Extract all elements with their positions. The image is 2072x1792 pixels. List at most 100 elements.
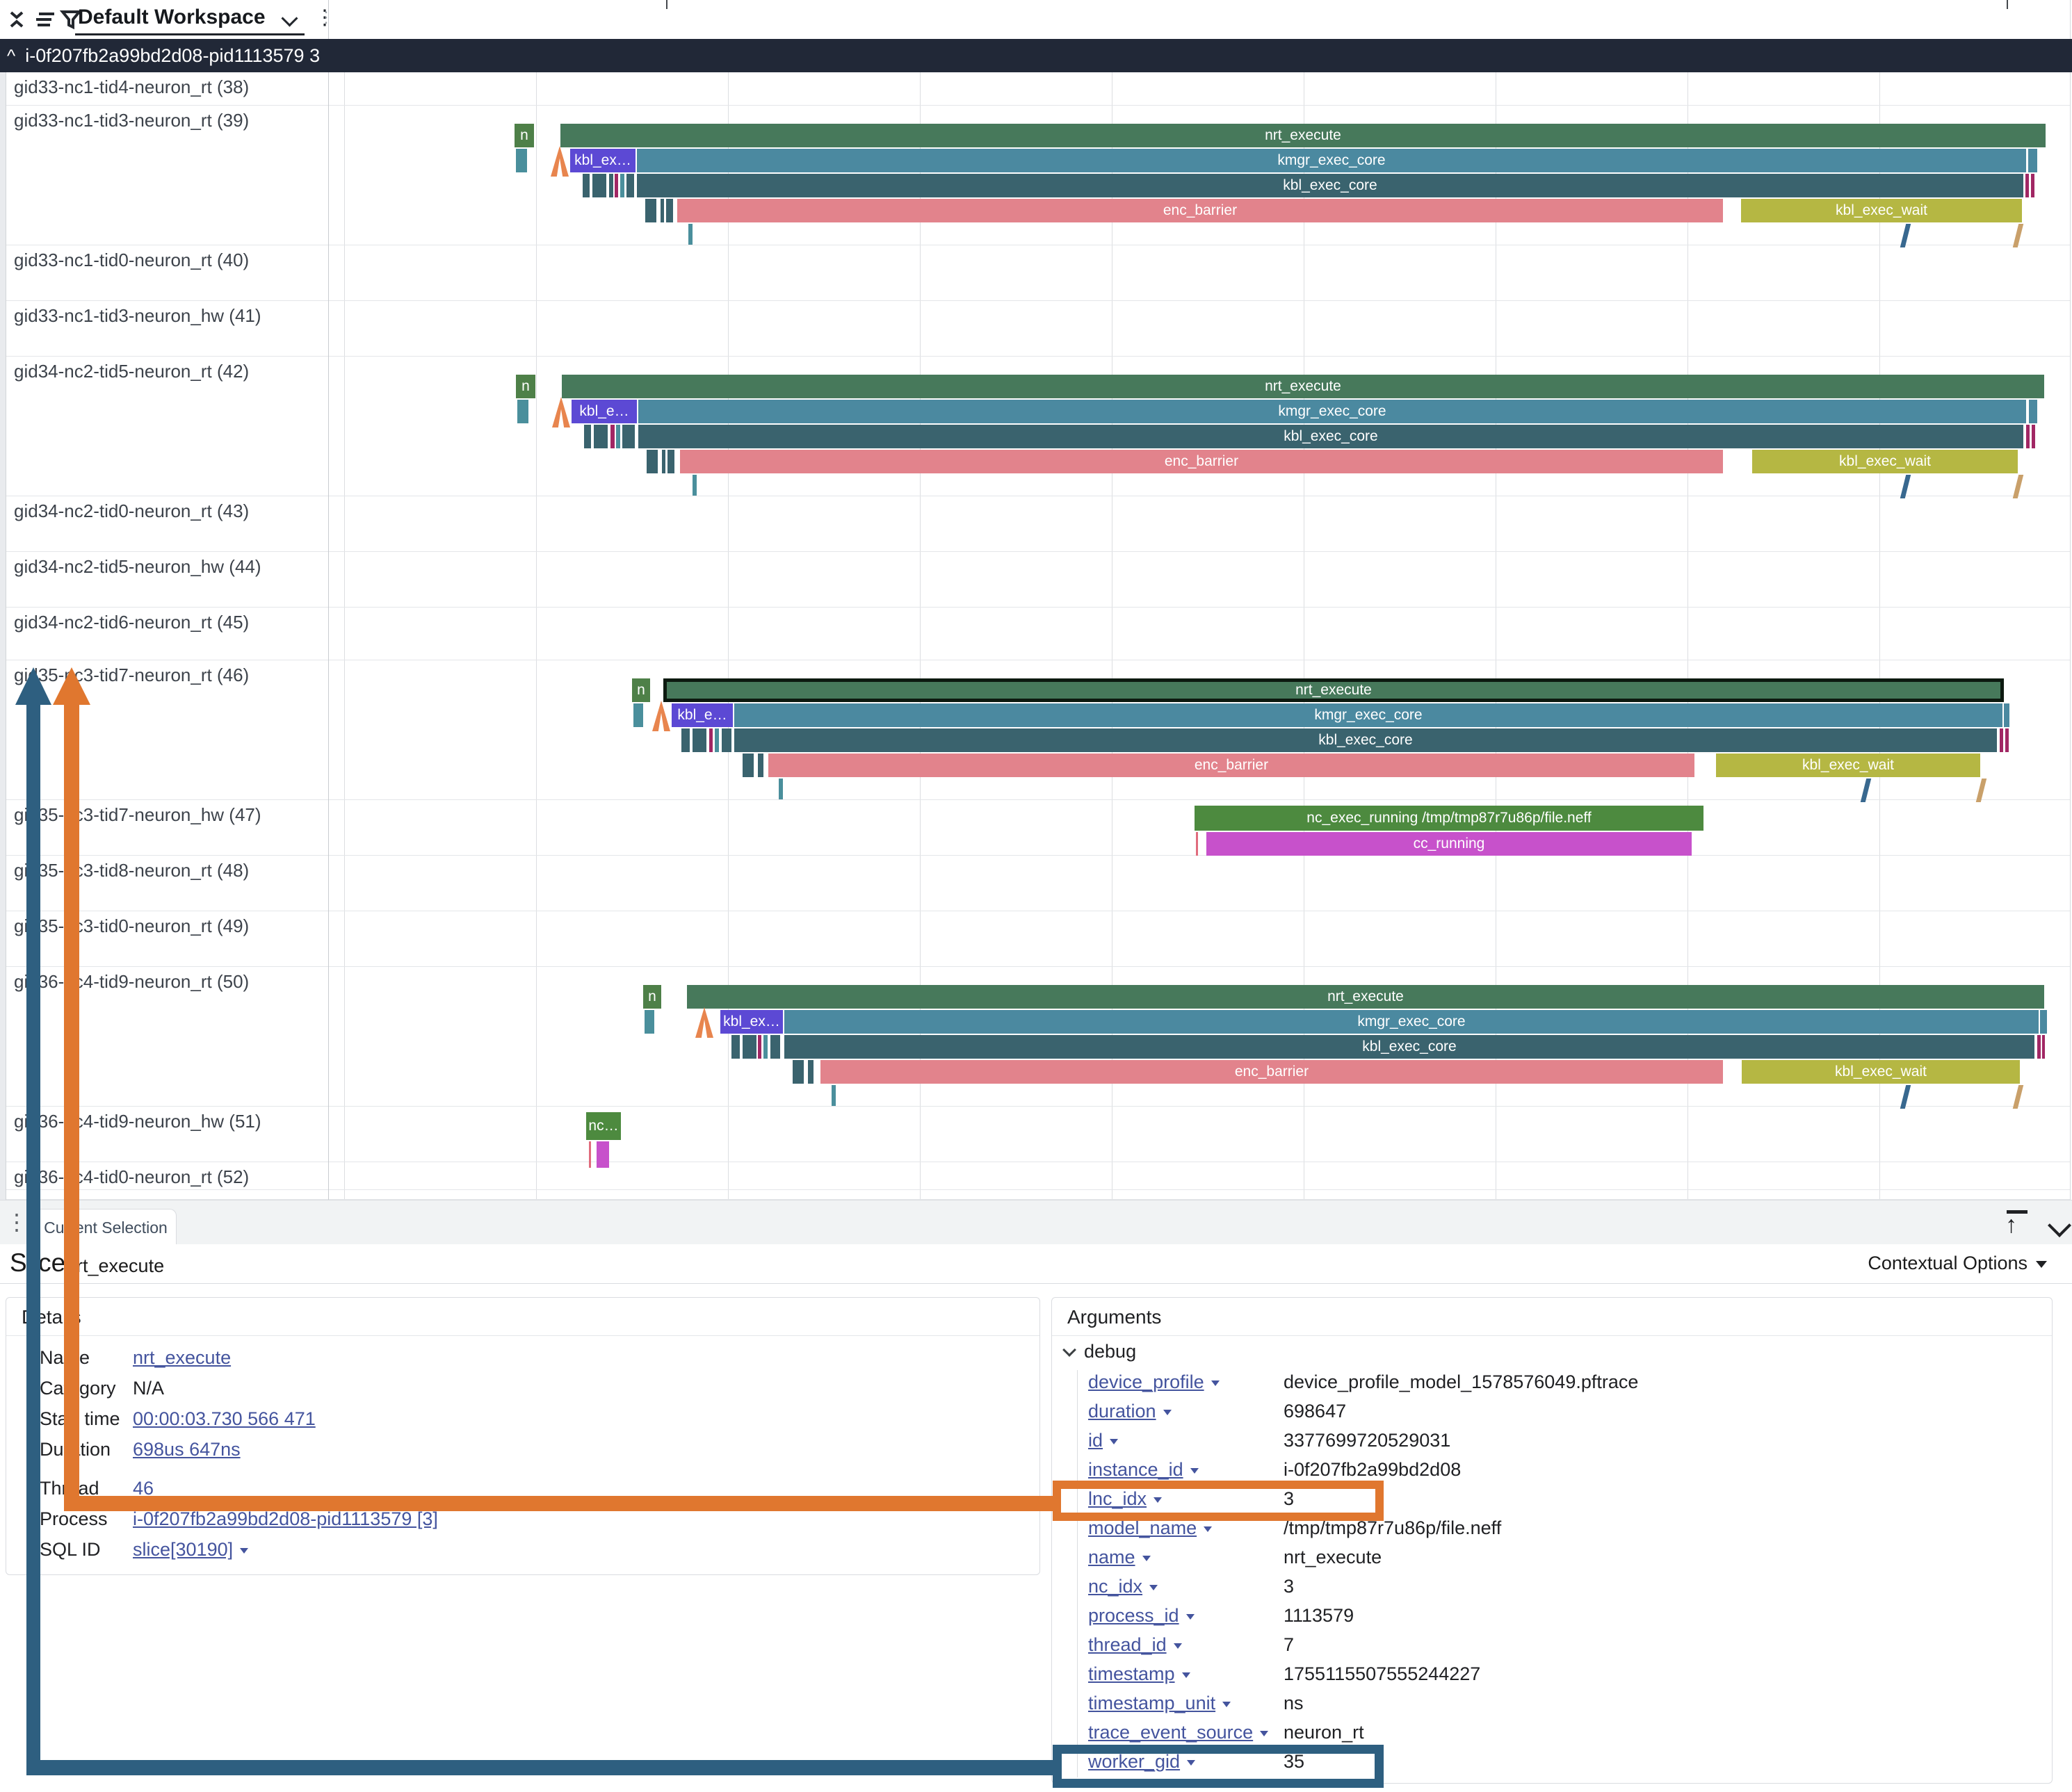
slice-fragment[interactable] <box>715 728 719 752</box>
slice-fragment[interactable] <box>2037 1035 2041 1059</box>
track-row-gid35-nc3-tid0-neuron-rt-49[interactable]: gid35-nc3-tid0-neuron_rt (49) <box>6 911 2071 967</box>
slice-kbl-exec-wait[interactable]: kbl_exec_wait <box>1742 1060 2020 1084</box>
track-row-fragment[interactable] <box>6 1190 2071 1200</box>
arg-key[interactable]: timestamp <box>1088 1659 1190 1688</box>
arg-key[interactable]: thread_id <box>1088 1630 1182 1659</box>
slice-kmgr-exec-core[interactable]: kmgr_exec_core <box>784 1010 2039 1034</box>
slice-fragment[interactable] <box>2028 149 2037 172</box>
slice-fragment[interactable] <box>616 425 620 448</box>
slice-kbl-exec-core[interactable]: kbl_exec_core <box>638 425 2023 448</box>
slice-fragment[interactable] <box>758 754 763 777</box>
slice-kbl-e[interactable]: kbl_e… <box>672 703 733 727</box>
slice-fragment[interactable] <box>2004 703 2009 727</box>
slice-kmgr-exec-core[interactable]: kmgr_exec_core <box>638 400 2026 423</box>
slice-n[interactable]: n <box>643 985 661 1009</box>
track-row-gid35-nc3-tid7-neuron-hw-47[interactable]: gid35-nc3-tid7-neuron_hw (47) <box>6 800 2071 856</box>
slice-fragment[interactable] <box>592 174 606 197</box>
process-group-header[interactable]: ^i-0f207fb2a99bd2d08-pid1113579 3 <box>0 39 2072 72</box>
slice-kmgr-exec-core[interactable]: kmgr_exec_core <box>637 149 2026 172</box>
slice-enc-barrier[interactable]: enc_barrier <box>677 199 1723 222</box>
panel-drag-handle-icon[interactable]: ⋮ <box>6 1209 28 1235</box>
slice-fragment[interactable] <box>709 728 713 752</box>
slice-fragment[interactable] <box>793 1060 804 1084</box>
slice-fragment[interactable] <box>1196 832 1198 856</box>
slice-kbl-exec-core[interactable]: kbl_exec_core <box>637 174 2023 197</box>
slice-fragment[interactable] <box>584 425 591 448</box>
slice-fragment[interactable] <box>516 149 527 172</box>
slice-fragment[interactable] <box>779 779 783 799</box>
slice-fragment[interactable] <box>633 703 643 727</box>
slice-fragment[interactable] <box>645 199 656 222</box>
dock-to-top-icon[interactable]: ↑ <box>2005 1210 2029 1235</box>
arg-key[interactable]: duration <box>1088 1396 1172 1426</box>
slice-fragment[interactable] <box>693 728 706 752</box>
chevron-down-icon[interactable] <box>281 10 298 26</box>
arg-key[interactable]: process_id <box>1088 1601 1195 1630</box>
track-row-gid34-nc2-tid0-neuron-rt-43[interactable]: gid34-nc2-tid0-neuron_rt (43) <box>6 496 2071 552</box>
slice-fragment[interactable] <box>731 1035 740 1059</box>
slice-fragment[interactable] <box>681 728 690 752</box>
collapse-panel-chevron-icon[interactable] <box>2048 1214 2071 1237</box>
slice-kbl-e[interactable]: kbl_e… <box>572 400 637 423</box>
slice-n[interactable]: n <box>516 375 535 398</box>
slice-fragment[interactable] <box>615 174 618 197</box>
slice-fragment[interactable] <box>662 450 665 473</box>
slice-fragment[interactable] <box>645 1010 654 1034</box>
slice-fragment[interactable] <box>2026 425 2030 448</box>
detail-value[interactable]: slice[30190] <box>133 1534 248 1565</box>
slice-fragment[interactable] <box>589 1141 591 1168</box>
arg-key[interactable]: name <box>1088 1542 1151 1572</box>
track-row-gid33-nc1-tid3-neuron-hw-41[interactable]: gid33-nc1-tid3-neuron_hw (41) <box>6 301 2071 357</box>
detail-value[interactable]: 00:00:03.730 566 471 <box>133 1403 316 1434</box>
slice-fragment[interactable] <box>583 174 590 197</box>
slice-fragment[interactable] <box>770 1035 780 1059</box>
slice-kmgr-exec-core[interactable]: kmgr_exec_core <box>734 703 2002 727</box>
track-panel-divider[interactable] <box>328 0 329 1200</box>
track-row-gid34-nc2-tid5-neuron-hw-44[interactable]: gid34-nc2-tid5-neuron_hw (44) <box>6 552 2071 608</box>
slice-fragment[interactable] <box>832 1085 836 1106</box>
slice-fragment[interactable] <box>647 450 658 473</box>
slice-fragment[interactable] <box>2000 728 2003 752</box>
slice-fragment[interactable] <box>2025 174 2029 197</box>
slice-fragment[interactable] <box>661 199 664 222</box>
arg-key[interactable]: device_profile <box>1088 1367 1220 1396</box>
slice-fragment[interactable] <box>597 1141 609 1168</box>
arg-key[interactable]: id <box>1088 1426 1118 1455</box>
slice-nrt-execute[interactable]: nrt_execute <box>562 375 2044 398</box>
slice-fragment[interactable] <box>758 1035 761 1059</box>
slice-fragment[interactable] <box>2042 1035 2045 1059</box>
track-sort-icon[interactable] <box>33 8 56 31</box>
slice-fragment[interactable] <box>808 1060 814 1084</box>
track-row-gid35-nc3-tid8-neuron-rt-48[interactable]: gid35-nc3-tid8-neuron_rt (48) <box>6 856 2071 911</box>
slice-enc-barrier[interactable]: enc_barrier <box>820 1060 1723 1084</box>
contextual-options-button[interactable]: Contextual Options <box>1868 1253 2047 1274</box>
slice-fragment[interactable] <box>620 174 624 197</box>
timeline-ruler[interactable] <box>328 0 2072 39</box>
slice-kbl-ex[interactable]: kbl_ex… <box>570 149 636 172</box>
slice-nc[interactable]: nc… <box>586 1112 621 1140</box>
arg-key[interactable]: trace_event_source <box>1088 1718 1268 1747</box>
detail-value[interactable]: 698us 647ns <box>133 1434 241 1465</box>
arg-tree-root-debug[interactable]: debug <box>1065 1341 1136 1362</box>
slice-nc-exec-running-tmp-tmp87r7u86p-file-neff[interactable]: nc_exec_running /tmp/tmp87r7u86p/file.ne… <box>1195 806 1703 831</box>
slice-fragment[interactable] <box>609 174 613 197</box>
track-row-gid36-nc4-tid0-neuron-rt-52[interactable]: gid36-nc4-tid0-neuron_rt (52) <box>6 1162 2071 1190</box>
slice-enc-barrier[interactable]: enc_barrier <box>768 754 1694 777</box>
arg-key[interactable]: instance_id <box>1088 1455 1199 1484</box>
slice-kbl-exec-core[interactable]: kbl_exec_core <box>734 728 1997 752</box>
slice-nrt-execute[interactable]: nrt_execute <box>560 124 2046 147</box>
track-row-gid36-nc4-tid9-neuron-hw-51[interactable]: gid36-nc4-tid9-neuron_hw (51) <box>6 1107 2071 1162</box>
slice-fragment[interactable] <box>622 425 635 448</box>
slice-fragment[interactable] <box>2040 1010 2047 1034</box>
slice-enc-barrier[interactable]: enc_barrier <box>680 450 1723 473</box>
slice-fragment[interactable] <box>666 199 673 222</box>
slice-nrt-execute[interactable]: nrt_execute <box>687 985 2044 1009</box>
slice-fragment[interactable] <box>743 754 754 777</box>
collapse-all-icon[interactable] <box>6 8 28 31</box>
tab-current-selection[interactable]: Current Selection <box>35 1209 177 1246</box>
arg-key[interactable]: timestamp_unit <box>1088 1688 1231 1718</box>
slice-fragment[interactable] <box>743 1035 756 1059</box>
panel-divider-handle[interactable]: ⋮ <box>318 8 334 26</box>
slice-fragment[interactable] <box>667 450 674 473</box>
slice-nrt-execute[interactable]: nrt_execute <box>663 678 2004 702</box>
